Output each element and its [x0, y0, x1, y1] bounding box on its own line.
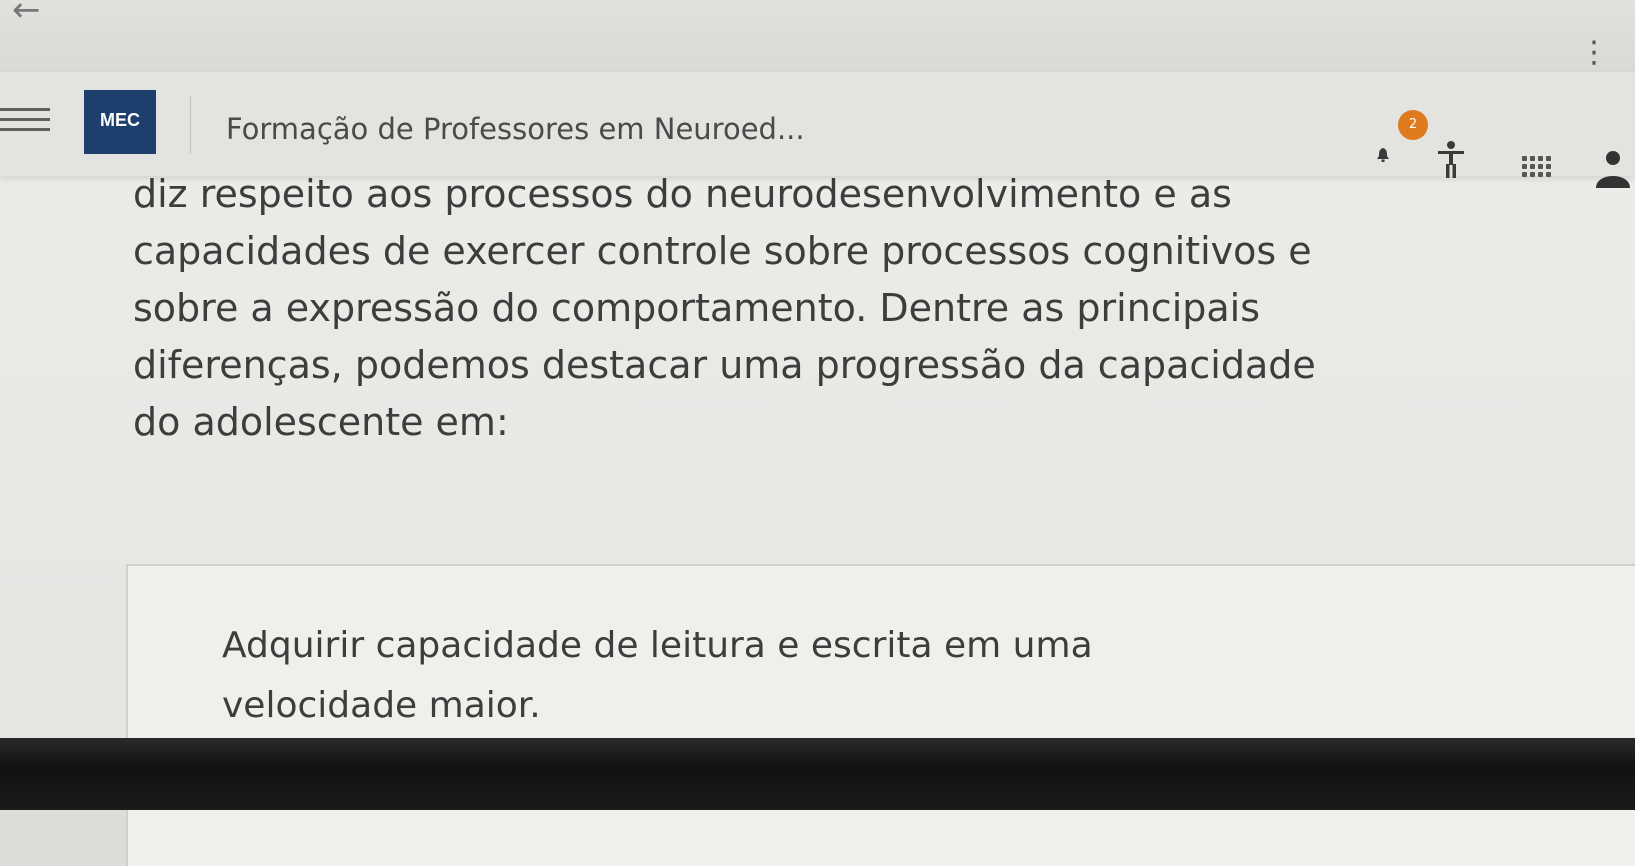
question-line: diferenças, podemos destacar uma progres…: [133, 343, 1316, 387]
option-line: velocidade maior.: [222, 685, 541, 726]
question-line: do adolescente em:: [133, 400, 509, 444]
hamburger-menu-icon[interactable]: [0, 108, 50, 138]
notification-badge[interactable]: 2: [1398, 110, 1428, 140]
header-divider: [190, 96, 191, 154]
apps-grid-icon[interactable]: [1522, 156, 1551, 178]
vertical-dots-icon[interactable]: ⋮: [1579, 38, 1609, 68]
course-title[interactable]: Formação de Professores em Neuroed...: [226, 112, 805, 146]
screen-bezel: [0, 738, 1635, 810]
bell-icon[interactable]: [1377, 148, 1389, 162]
main-content: diz respeito aos processos do neurodesen…: [0, 172, 1635, 866]
mec-logo[interactable]: MEC: [84, 90, 156, 154]
browser-toolbar: ← ⋮: [0, 0, 1635, 72]
accessibility-icon[interactable]: [1436, 140, 1466, 178]
user-icon[interactable]: [1592, 148, 1634, 190]
arrow-left-icon[interactable]: ←: [12, 0, 41, 30]
logo-text: MEC: [100, 110, 140, 130]
question-text: diz respeito aos processos do neurodesen…: [133, 166, 1635, 451]
question-line: capacidades de exercer controle sobre pr…: [133, 229, 1312, 273]
answer-option[interactable]: Adquirir capacidade de leitura e escrita…: [126, 564, 1635, 866]
question-line: sobre a expressão do comportamento. Dent…: [133, 286, 1261, 330]
option-line: Adquirir capacidade de leitura e escrita…: [222, 625, 1093, 666]
answer-option-text: Adquirir capacidade de leitura e escrita…: [222, 616, 1093, 736]
